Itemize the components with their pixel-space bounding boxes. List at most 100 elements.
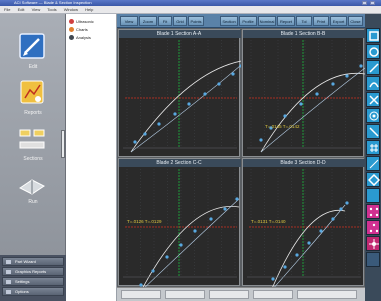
diagonal-tool-button[interactable] — [366, 124, 380, 139]
graphics-reports-button[interactable]: Graphics Reports — [2, 267, 64, 276]
slash-icon — [369, 159, 379, 169]
menu-window[interactable]: Window — [64, 7, 78, 12]
toolbar-button[interactable]: Report — [277, 16, 295, 26]
toolbar-button[interactable]: Fit — [158, 16, 172, 26]
arc-tool-button[interactable] — [366, 76, 380, 91]
edit-tool[interactable] — [14, 32, 50, 62]
measured-point — [331, 217, 335, 221]
probe-icon — [369, 239, 379, 249]
measured-point — [299, 102, 303, 106]
window-title: ACI Software — Blade & Section Inspectio… — [14, 0, 92, 5]
blank-tool-button[interactable] — [366, 188, 380, 203]
measured-point — [307, 241, 311, 245]
measured-curve — [260, 67, 365, 153]
measured-point — [133, 140, 137, 144]
menu-help[interactable]: Help — [85, 7, 93, 12]
measured-point — [193, 229, 197, 233]
section-plot-svg: T=.0126 T=.0129 — [119, 159, 241, 287]
toolbar-button[interactable]: Points — [188, 16, 204, 26]
status-cell — [165, 290, 205, 299]
toolbar-button[interactable]: Nominal — [258, 16, 276, 26]
section-panel-4[interactable]: T=.0131 T=.0140 Blade 3 Section D-D — [242, 158, 365, 287]
measured-point — [143, 132, 147, 136]
menu-view[interactable]: View — [32, 7, 41, 12]
measured-point — [283, 114, 287, 118]
circle-icon — [369, 47, 379, 57]
measured-curve — [274, 204, 346, 287]
tree-view: Ultrasonic Charts Analysis — [66, 14, 117, 301]
panel-title: Blade 3 Section D-D — [280, 160, 326, 166]
reports-tool[interactable] — [14, 78, 50, 108]
thickness-label: T=.0131 T=.0140 — [251, 219, 286, 224]
section-panel-1[interactable]: Blade 1 Section A-A — [118, 29, 241, 157]
nominal-curve — [260, 72, 365, 153]
cross-tool-button[interactable] — [366, 92, 380, 107]
status-cell — [253, 290, 293, 299]
measured-point — [235, 197, 239, 201]
tree-item[interactable]: Ultrasonic — [69, 18, 94, 25]
minimize-button[interactable] — [362, 1, 367, 5]
toolbar-button[interactable]: Section — [220, 16, 238, 26]
blank-tool-button-2[interactable] — [366, 252, 380, 267]
grid-tool-button[interactable] — [366, 140, 380, 155]
measured-point — [231, 72, 235, 76]
square-icon — [369, 31, 379, 41]
diamond-tool-button[interactable] — [366, 172, 380, 187]
toolbar-button[interactable]: Grid — [173, 16, 187, 26]
dots-tool-button[interactable] — [366, 204, 380, 219]
close-button[interactable] — [370, 1, 375, 5]
nominal-curve — [130, 60, 241, 153]
measured-point — [345, 74, 349, 78]
measured-point — [283, 265, 287, 269]
menu-tools[interactable]: Tools — [47, 7, 56, 12]
circle-tool-button[interactable] — [366, 44, 380, 59]
status-cell — [121, 290, 161, 299]
options-button[interactable]: Options — [2, 287, 64, 296]
toolbar-button[interactable]: Export — [330, 16, 347, 26]
tree-item-label: Analysis — [76, 35, 91, 40]
section-plot-svg: T=.0145 T=.0142 — [243, 30, 365, 153]
sections-tool[interactable] — [14, 126, 50, 154]
toolbar-button[interactable]: Close — [348, 16, 363, 26]
part-wizard-button[interactable]: Part Wizard — [2, 257, 64, 266]
tree-item[interactable]: Charts — [69, 26, 88, 33]
wizard-icon — [6, 260, 11, 264]
measured-point — [315, 92, 319, 96]
status-bar — [117, 287, 365, 301]
toolbar-button[interactable]: Zoom — [139, 16, 157, 26]
square-tool-button[interactable] — [366, 28, 380, 43]
ring-tool-button[interactable] — [366, 108, 380, 123]
measured-point — [271, 277, 275, 281]
measured-point — [203, 92, 207, 96]
settings-icon — [6, 280, 11, 284]
options-label: Options — [15, 289, 29, 294]
toolbar-button[interactable]: Print — [313, 16, 329, 26]
menu-file[interactable]: File — [4, 7, 10, 12]
dots-alt-tool-button[interactable] — [366, 220, 380, 235]
measured-point — [319, 229, 323, 233]
left-tool-panel: Edit Reports Sections Run — [0, 14, 66, 255]
panel-scroll-handle[interactable] — [61, 130, 65, 158]
slash-tool-button[interactable] — [366, 156, 380, 171]
probe-tool-button[interactable] — [366, 236, 380, 251]
section-panel-3[interactable]: T=.0126 T=.0129 Blade 2 Section C-C — [118, 158, 241, 287]
toolbar-button[interactable]: Tol — [296, 16, 312, 26]
status-cell — [297, 290, 357, 299]
settings-button[interactable]: Settings — [2, 277, 64, 286]
node-icon — [69, 35, 74, 41]
part-wizard-label: Part Wizard — [15, 259, 36, 264]
toolbar-button[interactable]: View — [120, 16, 138, 26]
measured-curve — [144, 198, 240, 287]
tree-item[interactable]: Analysis — [69, 34, 91, 41]
toolbar-button[interactable]: Profile — [239, 16, 257, 26]
diamond-icon — [368, 174, 380, 186]
menu-edit[interactable]: Edit — [18, 7, 25, 12]
panel-title: Blade 1 Section A-A — [156, 31, 202, 37]
left-bottom-nav: Part Wizard Graphics Reports Settings Op… — [0, 255, 66, 301]
status-cell — [209, 290, 249, 299]
line-tool-button[interactable] — [366, 60, 380, 75]
run-tool[interactable] — [14, 174, 50, 196]
grid-icon — [370, 144, 378, 152]
measured-point — [179, 243, 183, 247]
section-panel-2[interactable]: T=.0145 T=.0142 Blade 1 Section B-B — [242, 29, 365, 157]
